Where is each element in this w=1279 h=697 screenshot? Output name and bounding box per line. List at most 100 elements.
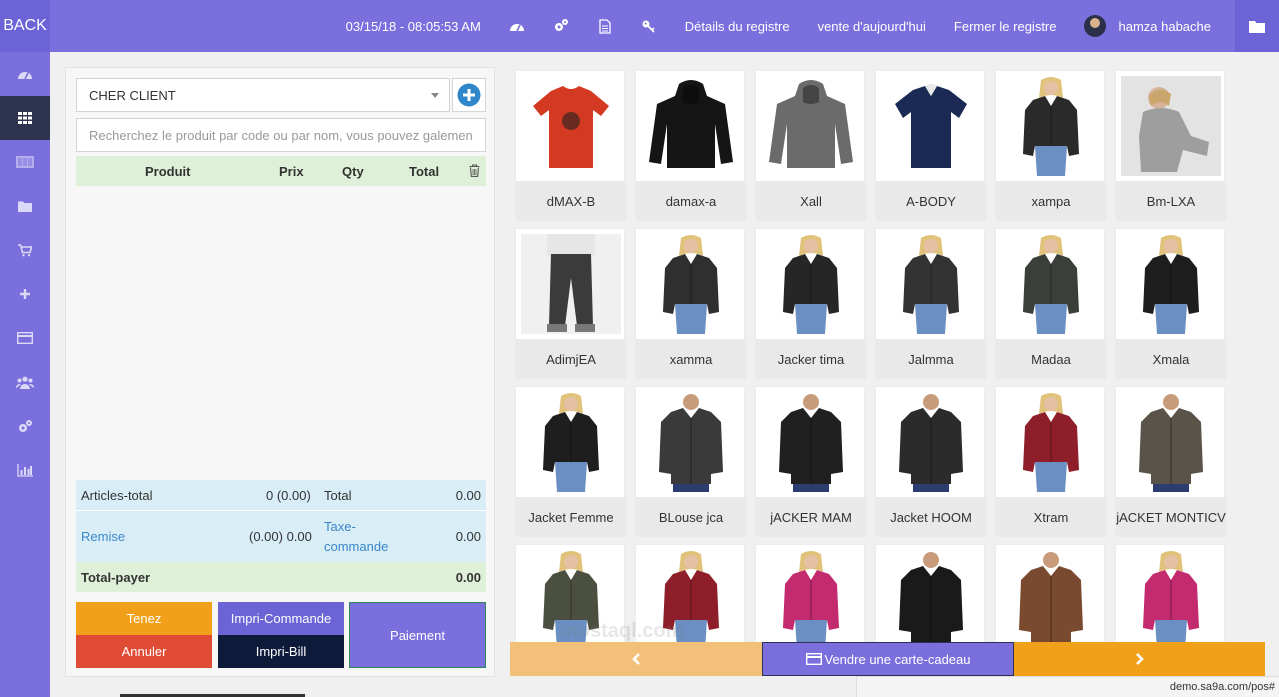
product-card[interactable]: xampa [995, 70, 1106, 221]
product-card[interactable]: jACKER MAM [755, 386, 866, 537]
close-register-link[interactable]: Fermer le registre [954, 19, 1057, 34]
key-icon[interactable] [641, 18, 657, 34]
document-icon[interactable] [597, 18, 613, 34]
product-card[interactable] [995, 544, 1105, 644]
top-bar: BACK 03/15/18 - 08:05:53 AM Détails du r… [0, 0, 1279, 52]
product-image [521, 76, 621, 176]
gift-card-button[interactable]: Vendre une carte-cadeau [762, 642, 1014, 676]
product-search-input[interactable] [76, 118, 486, 152]
product-image [881, 76, 981, 176]
polo-image [881, 76, 981, 176]
discount-link[interactable]: Remise [81, 529, 125, 544]
next-page-button[interactable] [1014, 642, 1265, 676]
cogs-icon[interactable] [553, 18, 569, 34]
sidebar-item-users[interactable] [0, 360, 50, 404]
product-image [761, 76, 861, 176]
sidebar-item-pos[interactable] [0, 96, 50, 140]
product-card[interactable]: Bm-LXA [1115, 70, 1226, 221]
product-card[interactable]: Xall [755, 70, 866, 221]
product-card[interactable] [1115, 544, 1225, 644]
product-card[interactable]: Jacket Femme [515, 386, 626, 537]
hoodie-image [641, 76, 741, 176]
col-product: Produit [145, 164, 191, 179]
product-card[interactable] [755, 544, 865, 644]
today-sale-link[interactable]: vente d'aujourd'hui [818, 19, 926, 34]
plus-icon [20, 289, 30, 299]
barcode-icon [16, 156, 34, 168]
product-name: Jalmma [876, 339, 986, 379]
product-card[interactable]: xamma [635, 228, 746, 379]
cart-panel: CHER CLIENT Produit Prix Qty Total Artic… [65, 67, 495, 677]
product-name: dMAX-B [516, 181, 626, 221]
woman-image [1001, 76, 1101, 176]
product-name: A-BODY [876, 181, 986, 221]
product-card[interactable] [875, 544, 985, 644]
product-card[interactable]: BLouse jca [635, 386, 746, 537]
cancel-button[interactable]: Annuler [76, 635, 212, 668]
product-image [761, 234, 861, 334]
product-name: BLouse jca [636, 497, 746, 537]
add-client-button[interactable] [452, 78, 486, 112]
woman-image [1001, 392, 1101, 492]
product-card[interactable]: AdimjEA [515, 228, 626, 379]
product-name: damax-a [636, 181, 746, 221]
woman-image [761, 550, 861, 643]
tax-link[interactable]: Taxe- [324, 519, 356, 534]
hold-button[interactable]: Tenez [76, 602, 212, 635]
product-card[interactable]: Jacket HOOM [875, 386, 986, 537]
product-name: Xall [756, 181, 866, 221]
dashboard-icon[interactable] [509, 18, 525, 34]
woman-image [641, 234, 741, 334]
col-qty: Qty [342, 164, 364, 179]
sidebar-item-cart[interactable] [0, 228, 50, 272]
product-name: Xmala [1116, 339, 1226, 379]
register-details-link[interactable]: Détails du registre [685, 19, 790, 34]
product-card[interactable]: Xtram [995, 386, 1106, 537]
man-image [881, 392, 981, 492]
trash-icon[interactable] [469, 164, 480, 180]
sidebar-item-folder[interactable] [0, 184, 50, 228]
pager: Vendre une carte-cadeau [510, 642, 1265, 676]
product-card[interactable]: Jacker tima [755, 228, 866, 379]
product-card[interactable]: damax-a [635, 70, 746, 221]
product-card[interactable]: jACKET MONTICV [1115, 386, 1226, 537]
product-card[interactable]: Xmala [1115, 228, 1226, 379]
sidebar-item-settings[interactable] [0, 404, 50, 448]
product-card[interactable]: Madaa [995, 228, 1106, 379]
client-select[interactable]: CHER CLIENT [76, 78, 450, 112]
user-menu[interactable]: hamza habache [1084, 15, 1211, 37]
product-image [521, 234, 621, 334]
print-bill-button[interactable]: Impri-Bill [218, 635, 344, 668]
woman-image [761, 234, 861, 334]
product-card[interactable]: Jalmma [875, 228, 986, 379]
product-image [881, 392, 981, 492]
tax-link-line2[interactable]: commande [324, 539, 388, 554]
watermark: mostaql.com [560, 620, 684, 642]
sidebar-item-barcode[interactable] [0, 140, 50, 184]
print-order-button[interactable]: Impri-Commande [218, 602, 344, 635]
sidebar-item-dashboard[interactable] [0, 52, 50, 96]
product-image [1121, 234, 1221, 334]
tshirt-image [521, 76, 621, 176]
product-image [1121, 392, 1221, 492]
total-label: Total [324, 488, 352, 503]
sidebar-item-card[interactable] [0, 316, 50, 360]
jeans-image [521, 234, 621, 334]
sidebar-item-add[interactable] [0, 272, 50, 316]
back-button[interactable]: BACK [0, 0, 50, 52]
discount-value: (0.00) 0.00 [249, 529, 312, 544]
previous-page-button[interactable] [510, 642, 762, 676]
product-name: jACKER MAM [756, 497, 866, 537]
gift-card-label: Vendre une carte-cadeau [824, 651, 971, 667]
sidebar-item-reports[interactable] [0, 448, 50, 492]
man-image [641, 392, 741, 492]
payment-button[interactable]: Paiement [349, 602, 486, 668]
cogs-icon [19, 419, 32, 432]
product-image [1001, 550, 1101, 643]
product-card[interactable]: A-BODY [875, 70, 986, 221]
product-card[interactable]: dMAX-B [515, 70, 626, 221]
chevron-right-icon [1135, 653, 1144, 665]
product-name: Bm-LXA [1116, 181, 1226, 221]
status-url: demo.sa9a.com/pos# [856, 676, 1279, 697]
folder-icon[interactable] [1235, 0, 1279, 52]
